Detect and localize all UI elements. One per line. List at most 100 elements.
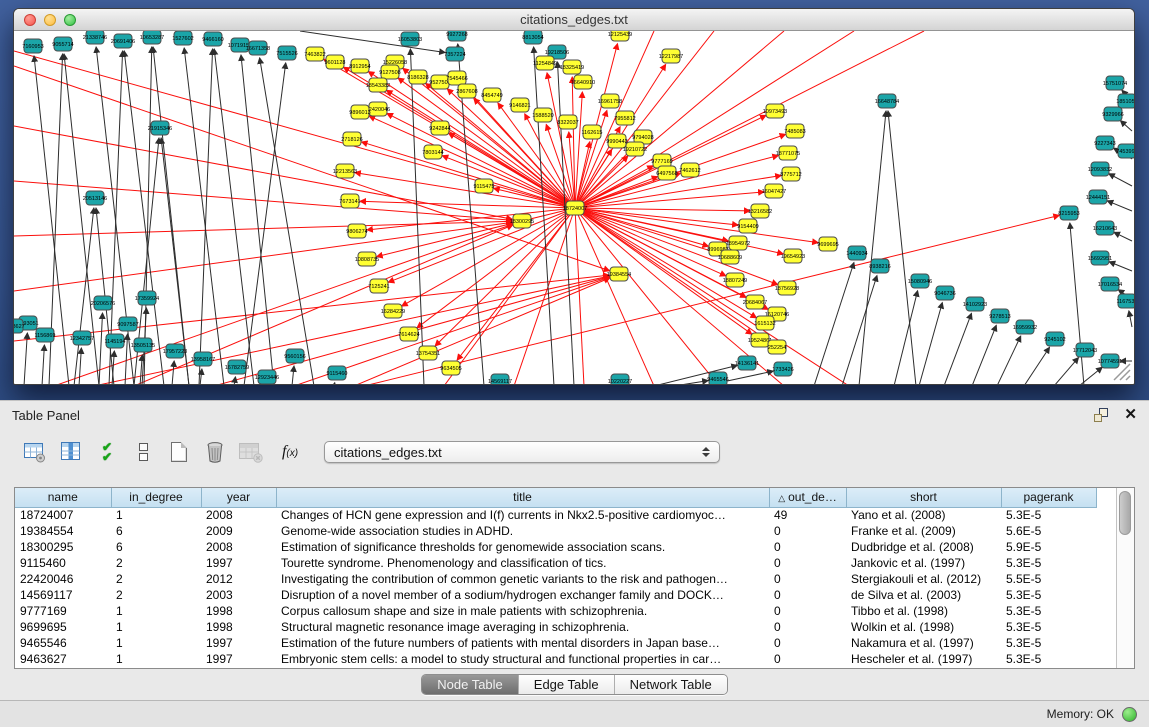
cell-pagerank[interactable]: 5.9E-5 bbox=[1001, 539, 1096, 555]
graph-node[interactable]: 1156869 bbox=[34, 328, 55, 342]
cell-year[interactable]: 2003 bbox=[201, 587, 276, 603]
graph-node[interactable]: 252254 bbox=[768, 340, 786, 354]
graph-node[interactable]: 18724007 bbox=[563, 201, 587, 215]
graph-node[interactable]: 9242844 bbox=[429, 121, 450, 135]
graph-node[interactable]: 9896013 bbox=[349, 105, 370, 119]
graph-node[interactable]: 13958167 bbox=[191, 352, 215, 366]
delete-table-button[interactable] bbox=[236, 437, 266, 467]
cell-name[interactable]: 22420046 bbox=[15, 571, 111, 587]
graph-node[interactable]: 10688609 bbox=[718, 250, 742, 264]
cell-title[interactable]: Changes of HCN gene expression and I(f) … bbox=[276, 507, 769, 523]
graph-node[interactable]: 9245102 bbox=[1044, 332, 1065, 346]
graph-node[interactable]: 7160953 bbox=[22, 39, 43, 53]
graph-node[interactable]: 7463822 bbox=[304, 47, 325, 61]
graph-node[interactable]: 21915346 bbox=[148, 121, 172, 135]
graph-node[interactable]: 8454749 bbox=[481, 88, 502, 102]
graph-node[interactable]: 1851054 bbox=[1116, 94, 1134, 108]
graph-node[interactable]: 9055714 bbox=[52, 37, 73, 51]
graph-node[interactable]: 16047427 bbox=[762, 184, 786, 198]
graph-node[interactable]: 20684067 bbox=[743, 295, 767, 309]
cell-pagerank[interactable]: 5.3E-5 bbox=[1001, 507, 1096, 523]
cell-out_degree[interactable]: 0 bbox=[769, 619, 846, 635]
cell-title[interactable]: Tourette syndrome. Phenomenology and cla… bbox=[276, 555, 769, 571]
graph-node[interactable]: 14569117 bbox=[488, 374, 512, 384]
cell-in_degree[interactable]: 1 bbox=[111, 603, 201, 619]
cell-short[interactable]: de Silva et al. (2003) bbox=[846, 587, 1001, 603]
graph-node[interactable]: 9806274 bbox=[346, 224, 367, 238]
graph-node[interactable]: 7453998 bbox=[1116, 144, 1134, 158]
float-window-icon[interactable] bbox=[1094, 408, 1108, 422]
cell-year[interactable]: 1998 bbox=[201, 603, 276, 619]
window-titlebar[interactable]: citations_edges.txt bbox=[14, 9, 1134, 31]
graph-node[interactable]: 7614624 bbox=[398, 327, 419, 341]
cell-year[interactable]: 2009 bbox=[201, 523, 276, 539]
graph-node[interactable]: 20513146 bbox=[83, 191, 107, 205]
graph-node[interactable]: 7462612 bbox=[679, 163, 700, 177]
graph-node[interactable]: 10808735 bbox=[355, 252, 379, 266]
graph-node[interactable]: 8813054 bbox=[522, 31, 543, 44]
cell-in_degree[interactable]: 1 bbox=[111, 651, 201, 667]
column-header-title[interactable]: title bbox=[276, 488, 769, 507]
graph-node[interactable]: 20206576 bbox=[91, 296, 115, 310]
graph-node[interactable]: 18543382 bbox=[366, 78, 390, 92]
graph-node[interactable]: 9634505 bbox=[440, 361, 461, 375]
graph-node[interactable]: 8322037 bbox=[557, 115, 578, 129]
table-selector-dropdown[interactable]: citations_edges.txt bbox=[324, 441, 720, 463]
graph-node[interactable]: 17359924 bbox=[135, 291, 159, 305]
cell-name[interactable]: 18724007 bbox=[15, 507, 111, 523]
cell-in_degree[interactable]: 2 bbox=[111, 587, 201, 603]
zoom-window-icon[interactable] bbox=[64, 14, 76, 26]
graph-node[interactable]: 1733426 bbox=[772, 362, 793, 376]
cell-year[interactable]: 1997 bbox=[201, 635, 276, 651]
column-header-name[interactable]: name bbox=[15, 488, 111, 507]
cell-out_degree[interactable]: 0 bbox=[769, 571, 846, 587]
graph-node[interactable]: 13505135 bbox=[131, 338, 155, 352]
tab-node-table[interactable]: Node Table bbox=[422, 675, 518, 694]
minimize-window-icon[interactable] bbox=[44, 14, 56, 26]
cell-short[interactable]: Stergiakouli et al. (2012) bbox=[846, 571, 1001, 587]
table-row[interactable]: 2242004622012Investigating the contribut… bbox=[15, 571, 1096, 587]
cell-name[interactable]: 9699695 bbox=[15, 619, 111, 635]
cell-title[interactable]: Investigating the contribution of common… bbox=[276, 571, 769, 587]
cell-pagerank[interactable]: 5.5E-5 bbox=[1001, 571, 1096, 587]
graph-node[interactable]: 7545466 bbox=[446, 71, 467, 85]
graph-node[interactable]: 1588520 bbox=[532, 108, 553, 122]
graph-node[interactable]: 16782759 bbox=[225, 360, 249, 374]
tab-network-table[interactable]: Network Table bbox=[614, 675, 727, 694]
graph-node[interactable]: 1527602 bbox=[172, 31, 193, 45]
cell-pagerank[interactable]: 5.3E-5 bbox=[1001, 587, 1096, 603]
graph-node[interactable]: 9699695 bbox=[817, 237, 838, 251]
cell-name[interactable]: 18300295 bbox=[15, 539, 111, 555]
graph-node[interactable]: 1440934 bbox=[846, 246, 867, 260]
graph-node[interactable]: 17712043 bbox=[1073, 343, 1097, 357]
graph-node[interactable]: 9127508 bbox=[379, 65, 400, 79]
cell-in_degree[interactable]: 1 bbox=[111, 635, 201, 651]
graph-node[interactable]: 15692951 bbox=[1088, 251, 1112, 265]
graph-node[interactable]: 9466160 bbox=[202, 32, 223, 46]
graph-node[interactable]: 9154409 bbox=[737, 219, 758, 233]
cell-pagerank[interactable]: 5.6E-5 bbox=[1001, 523, 1096, 539]
graph-node[interactable]: 14102923 bbox=[963, 297, 987, 311]
cell-in_degree[interactable]: 2 bbox=[111, 571, 201, 587]
cell-short[interactable]: Dudbridge et al. (2008) bbox=[846, 539, 1001, 555]
graph-node[interactable]: 16210643 bbox=[1093, 221, 1117, 235]
cell-out_degree[interactable]: 0 bbox=[769, 539, 846, 555]
cell-title[interactable]: Genome-wide association studies in ADHD. bbox=[276, 523, 769, 539]
cell-name[interactable]: 14569117 bbox=[15, 587, 111, 603]
cell-title[interactable]: Corpus callosum shape and size in male p… bbox=[276, 603, 769, 619]
close-panel-icon[interactable]: ✕ bbox=[1124, 408, 1137, 422]
cell-short[interactable]: Wolkin et al. (1998) bbox=[846, 619, 1001, 635]
graph-node[interactable]: 12342757 bbox=[70, 331, 94, 345]
graph-node[interactable]: 17016534 bbox=[1098, 277, 1122, 291]
cell-title[interactable]: Embryonic stem cells: a model to study s… bbox=[276, 651, 769, 667]
column-header-short[interactable]: short bbox=[846, 488, 1001, 507]
table-row[interactable]: 969969511998Structural magnetic resonanc… bbox=[15, 619, 1096, 635]
graph-node[interactable]: 12213563 bbox=[333, 164, 357, 178]
graph-node[interactable]: 9463627 bbox=[14, 319, 25, 333]
row-layout-button[interactable] bbox=[128, 437, 158, 467]
cell-out_degree[interactable]: 0 bbox=[769, 523, 846, 539]
graph-node[interactable]: 1167533 bbox=[1116, 294, 1134, 308]
graph-node[interactable]: 18300295 bbox=[510, 214, 534, 228]
graph-node[interactable]: 9146821 bbox=[509, 98, 530, 112]
graph-node[interactable]: 9560156 bbox=[284, 349, 305, 363]
